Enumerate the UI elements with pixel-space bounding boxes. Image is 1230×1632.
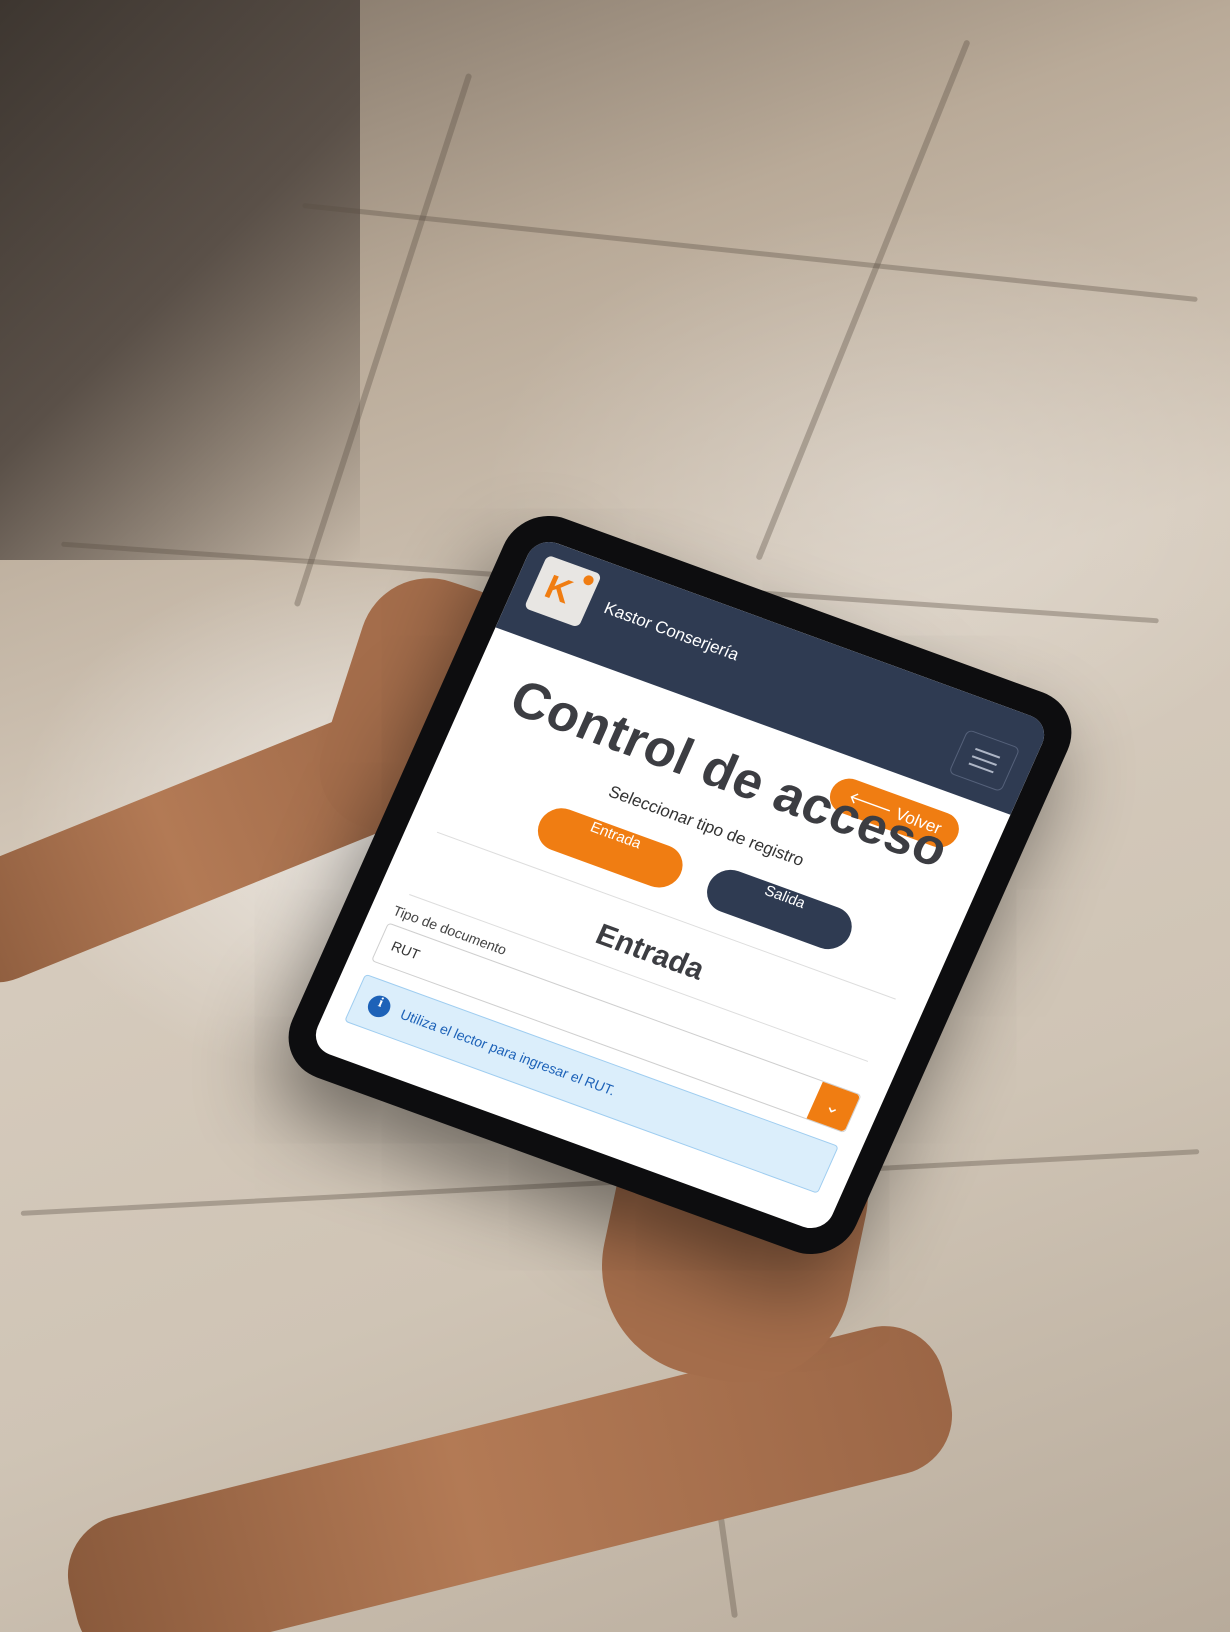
right-arm — [55, 1313, 965, 1632]
hamburger-menu-icon[interactable] — [948, 729, 1021, 793]
background-photo: K Kastor Conserjería 🡐 Volver Control de… — [0, 0, 1230, 1632]
app-logo: K — [523, 554, 602, 628]
menu-line — [968, 762, 994, 774]
sofa-seam — [755, 39, 971, 561]
logo-letter: K — [539, 568, 578, 612]
sofa-seam — [302, 202, 1198, 303]
wall-shadow — [0, 0, 360, 560]
chevron-down-icon[interactable]: ⌄ — [806, 1081, 861, 1133]
logo-dot — [581, 574, 596, 587]
info-icon: i — [364, 992, 394, 1021]
brand-name: Kastor Conserjería — [601, 598, 743, 665]
document-type-value: RUT — [388, 937, 423, 963]
